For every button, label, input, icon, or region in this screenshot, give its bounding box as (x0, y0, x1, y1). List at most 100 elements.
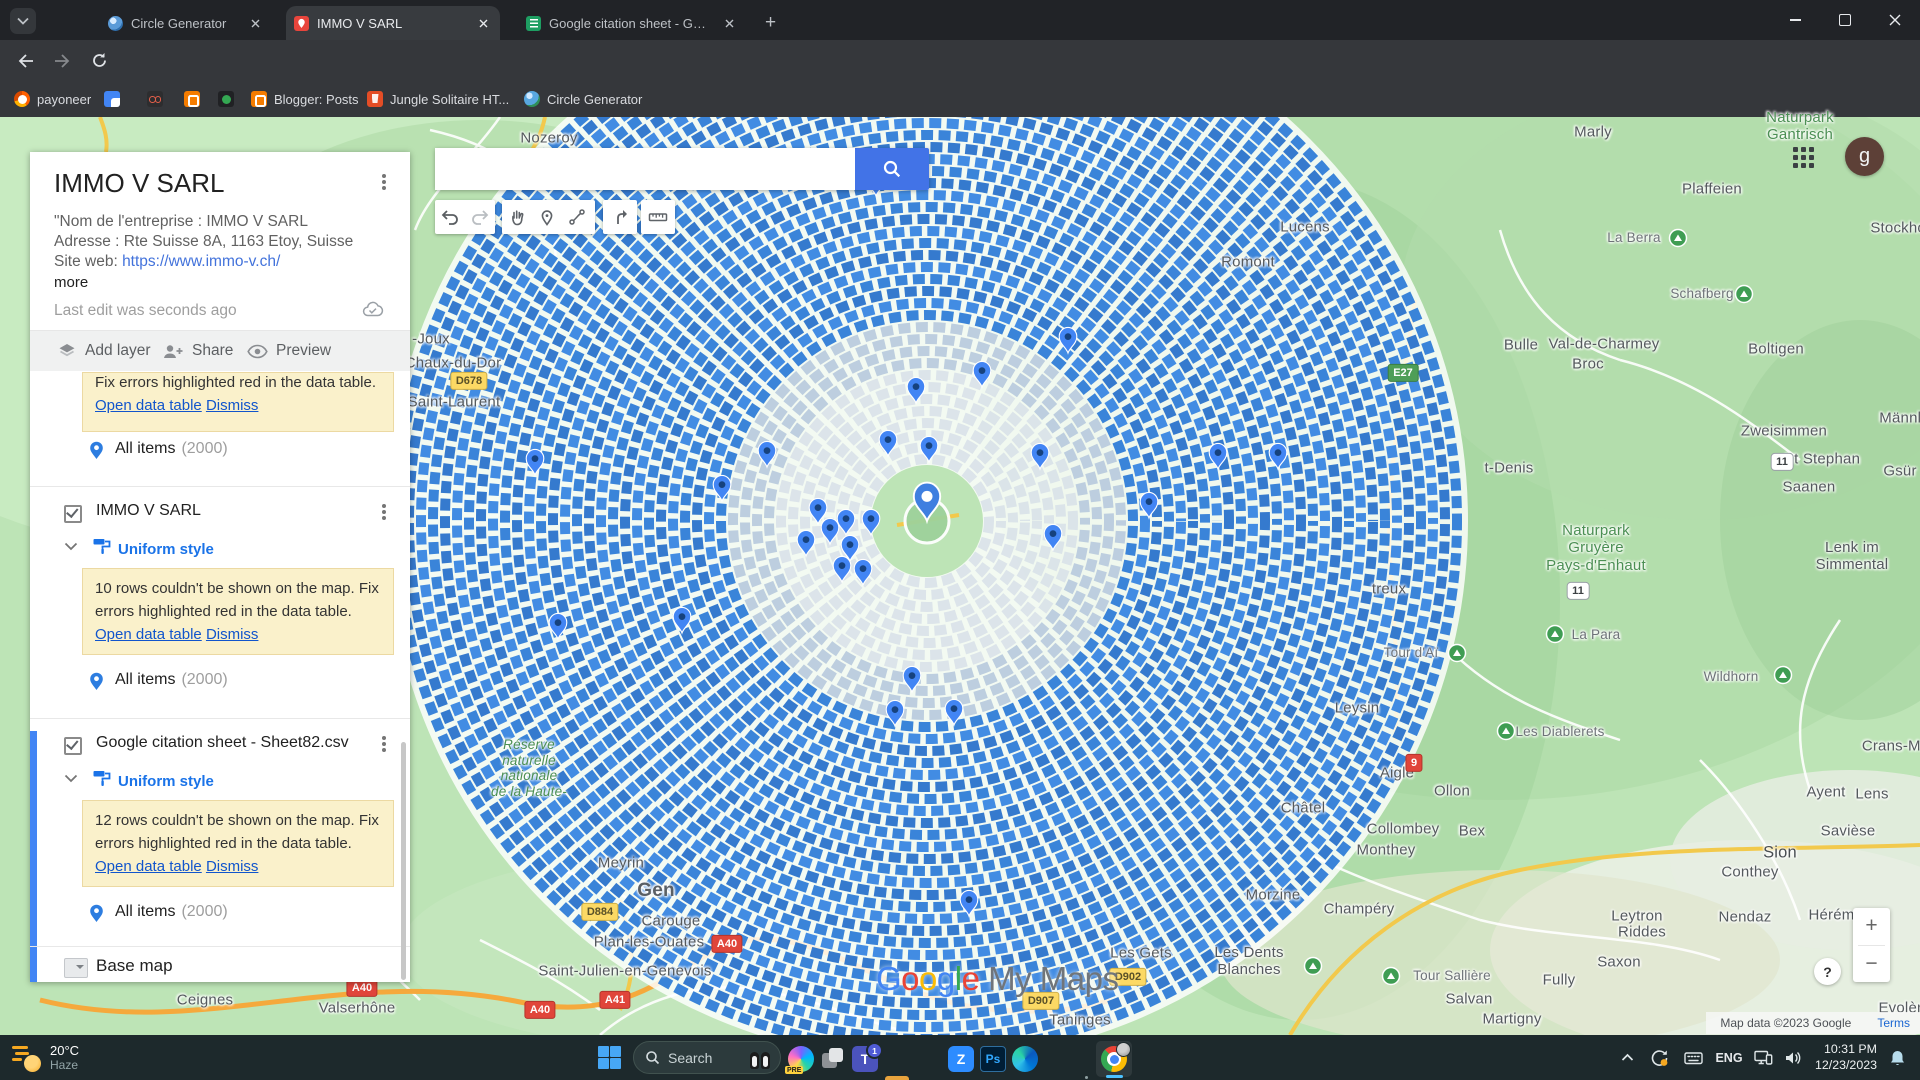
open-data-table-link[interactable]: Open data table (95, 397, 202, 414)
share-button[interactable]: Share (162, 331, 233, 371)
chrome-active-window-icon[interactable] (1096, 1041, 1132, 1077)
window-controls (1770, 0, 1920, 40)
terms-link[interactable]: Terms (1877, 1016, 1910, 1030)
zoom-app-icon[interactable]: Z (948, 1046, 974, 1072)
tab-google-citation-sheet[interactable]: Google citation sheet - Google... (518, 6, 746, 40)
preview-button[interactable]: Preview (247, 331, 331, 371)
person-add-icon (162, 343, 184, 360)
tray-network-icon[interactable] (1750, 1035, 1776, 1080)
add-marker-tool[interactable] (532, 200, 562, 234)
layer-checkbox[interactable] (64, 737, 82, 755)
tab-immo-v-sarl[interactable]: IMMO V SARL (286, 6, 500, 40)
bookmark-dark-green[interactable] (218, 88, 234, 110)
reload-button[interactable] (86, 47, 113, 74)
bookmark-infinity[interactable] (147, 88, 163, 110)
bookmark-label: Circle Generator (547, 92, 642, 107)
layer-menu-icon[interactable] (382, 510, 386, 514)
website-link[interactable]: https://www.immo-v.ch/ (122, 253, 280, 270)
minimize-button[interactable] (1770, 0, 1820, 40)
add-directions-tool[interactable] (603, 200, 637, 234)
directions-group (603, 200, 637, 234)
undo-button[interactable] (435, 200, 465, 234)
tray-keyboard-icon[interactable] (1680, 1035, 1706, 1080)
teams-notification-badge: 1 (866, 1042, 883, 1059)
bookmark-blogger-posts[interactable]: Blogger: Posts (251, 88, 359, 110)
all-items-row[interactable]: All items(2000) (30, 665, 410, 695)
measure-tool[interactable] (641, 200, 675, 234)
zoom-in-button[interactable]: + (1853, 908, 1890, 945)
profile-badge (1116, 1042, 1131, 1057)
tray-language[interactable]: ENG (1712, 1035, 1746, 1080)
edge-icon[interactable] (1012, 1046, 1038, 1072)
new-tab-button[interactable]: + (757, 9, 784, 36)
zoom-out-button[interactable]: − (1853, 946, 1890, 983)
bookmark-blogger-icon-only[interactable] (184, 88, 200, 110)
tray-volume-icon[interactable] (1780, 1035, 1806, 1080)
snipping-tool-icon[interactable] (820, 1046, 846, 1072)
layer-name[interactable]: Google citation sheet - Sheet82.csv (96, 734, 349, 752)
tab-search-button[interactable] (10, 8, 36, 34)
open-data-table-link[interactable]: Open data table (95, 858, 202, 875)
help-button[interactable]: ? (1814, 958, 1841, 985)
bookmark-payoneer[interactable]: payoneer (14, 88, 91, 110)
undo-redo-group (435, 200, 495, 234)
uniform-style-button[interactable]: Uniform style (118, 773, 214, 790)
tray-chevron-up[interactable] (1614, 1035, 1640, 1080)
add-layer-button[interactable]: Add layer (57, 331, 150, 371)
tray-clock[interactable]: 10:31 PM 12/23/2023 (1811, 1042, 1877, 1073)
redo-button[interactable] (465, 200, 495, 234)
tab-close-icon[interactable] (721, 15, 738, 32)
layer-menu-icon[interactable] (382, 742, 386, 746)
copilot-icon[interactable]: PRE (788, 1046, 814, 1072)
draw-line-tool[interactable] (562, 200, 592, 234)
tab-circle-generator[interactable]: Circle Generator (100, 6, 272, 40)
map-zoom-control: + − (1853, 908, 1890, 982)
map-attribution: Map data ©2023 Google Terms (1706, 1012, 1920, 1034)
google-apps-grid-icon[interactable] (1793, 147, 1815, 169)
tab-close-icon[interactable] (247, 15, 264, 32)
tray-sync-icon[interactable] (1646, 1035, 1672, 1080)
uniform-style-button[interactable]: Uniform style (118, 541, 214, 558)
close-button[interactable] (1870, 0, 1920, 40)
pan-hand-tool[interactable] (502, 200, 532, 234)
all-items-row[interactable]: All items(2000) (30, 897, 410, 927)
teams-icon[interactable]: T 1 (852, 1046, 878, 1072)
globe-icon (524, 91, 540, 107)
bookmark-label: payoneer (37, 92, 91, 107)
peak-icon (1449, 645, 1466, 662)
open-data-table-link[interactable]: Open data table (95, 626, 202, 643)
panel-scrollbar[interactable] (401, 742, 406, 980)
layer-name[interactable]: IMMO V SARL (96, 502, 201, 520)
paint-roller-icon (92, 536, 112, 556)
tray-notification-bell-icon[interactable] (1884, 1035, 1910, 1080)
taskbar-search[interactable]: Search (633, 1041, 781, 1074)
dismiss-link[interactable]: Dismiss (206, 626, 259, 643)
all-items-row[interactable]: All items(2000) (30, 434, 410, 464)
search-highlight-image (748, 1046, 774, 1070)
dismiss-link[interactable]: Dismiss (206, 397, 259, 414)
back-button[interactable] (12, 47, 39, 74)
layer-checkbox[interactable] (64, 505, 82, 523)
panel-menu-icon[interactable] (382, 180, 386, 184)
start-button[interactable] (598, 1046, 621, 1069)
bookmark-translate[interactable] (104, 88, 120, 110)
tab-close-icon[interactable] (475, 15, 492, 32)
maximize-button[interactable] (1820, 0, 1870, 40)
bookmark-jungle-solitaire[interactable]: Jungle Solitaire HT... (367, 88, 509, 110)
bookmark-circle-generator[interactable]: Circle Generator (524, 88, 642, 110)
account-avatar[interactable]: g (1845, 137, 1884, 176)
more-link[interactable]: more (54, 274, 88, 291)
forward-button[interactable] (48, 47, 75, 74)
map-search-input[interactable] (435, 148, 855, 190)
collapse-chevron-icon[interactable] (64, 774, 78, 783)
dismiss-link[interactable]: Dismiss (206, 858, 259, 875)
weather-widget[interactable]: 20°C Haze (12, 1035, 79, 1080)
base-map-label[interactable]: Base map (96, 956, 173, 976)
base-map-thumbnail[interactable] (64, 958, 88, 978)
layer-warning-box: 10 rows couldn't be shown on the map. Fi… (82, 568, 394, 655)
photoshop-icon[interactable]: Ps (980, 1046, 1006, 1072)
file-explorer-icon[interactable] (884, 1072, 910, 1080)
collapse-chevron-icon[interactable] (64, 542, 78, 551)
bookmark-label: Jungle Solitaire HT... (390, 92, 509, 107)
map-search-button[interactable] (855, 148, 929, 190)
